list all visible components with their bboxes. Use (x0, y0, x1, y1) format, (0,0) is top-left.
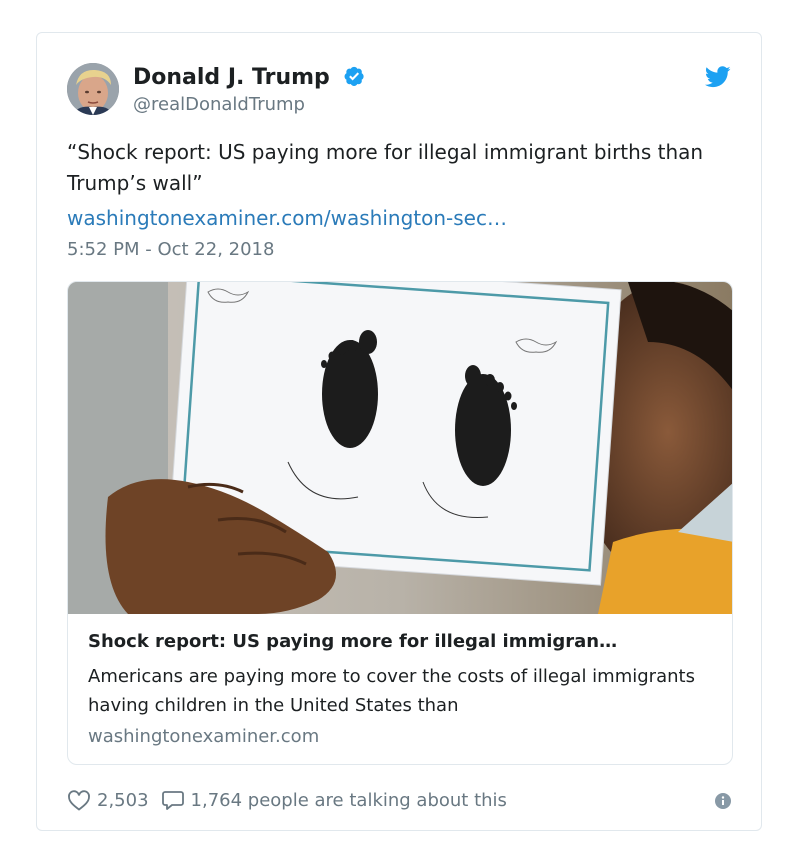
tweet-card[interactable]: Donald J. Trump @realDonaldTrump “Shock … (36, 32, 762, 831)
card-title[interactable]: Shock report: US paying more for illegal… (88, 630, 714, 654)
author-handle[interactable]: @realDonaldTrump (133, 93, 305, 117)
twitter-bird-icon[interactable] (705, 66, 731, 88)
card-description: Americans are paying more to cover the c… (88, 666, 695, 716)
info-icon[interactable] (715, 793, 731, 809)
reply-action[interactable]: 1,764 people are talking about this (161, 789, 507, 811)
author-name-text[interactable]: Donald J. Trump (133, 65, 330, 90)
avatar[interactable] (67, 63, 119, 115)
heart-icon[interactable] (67, 789, 91, 811)
verified-badge-icon (345, 66, 365, 87)
avatar-portrait-icon (67, 63, 119, 115)
card-domain: washingtonexaminer.com (88, 726, 320, 747)
author-name[interactable]: Donald J. Trump (133, 64, 365, 92)
link-preview-card[interactable]: Shock report: US paying more for illegal… (67, 281, 733, 765)
card-image[interactable] (68, 282, 733, 614)
like-action[interactable]: 2,503 (67, 789, 149, 811)
tweet-link[interactable]: washingtonexaminer.com/washington-sec… (67, 204, 727, 232)
tweet-timestamp[interactable]: 5:52 PM - Oct 22, 2018 (67, 237, 274, 263)
tweet-text: “Shock report: US paying more for illega… (67, 140, 704, 195)
conversation-text[interactable]: 1,764 people are talking about this (191, 790, 507, 811)
speech-bubble-icon[interactable] (161, 789, 185, 811)
actions-bar: 2,503 1,764 people are talking about thi… (67, 786, 507, 814)
like-count[interactable]: 2,503 (97, 790, 149, 811)
